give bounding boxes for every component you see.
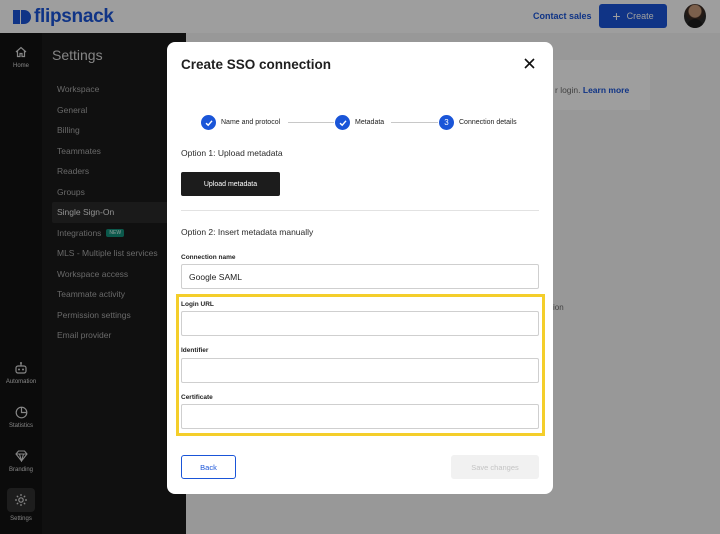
check-icon	[335, 115, 350, 130]
upload-metadata-button[interactable]: Upload metadata	[181, 172, 280, 196]
close-icon	[523, 57, 535, 73]
option2-label: Option 2: Insert metadata manually	[181, 227, 314, 237]
divider	[181, 210, 539, 211]
step-connection-details: 3 Connection details	[439, 115, 517, 130]
modal-title: Create SSO connection	[181, 57, 332, 72]
close-button[interactable]	[521, 57, 537, 73]
save-changes-button[interactable]: Save changes	[451, 455, 539, 479]
step-label: Connection details	[459, 119, 517, 126]
step-connector	[288, 122, 334, 123]
step-label: Name and protocol	[221, 119, 281, 126]
step-connector	[391, 122, 438, 123]
connection-name-label: Connection name	[181, 254, 236, 261]
step-name-and-protocol: Name and protocol	[201, 115, 280, 130]
step-number: 3	[439, 115, 454, 130]
back-button[interactable]: Back	[181, 455, 236, 479]
option1-label: Option 1: Upload metadata	[181, 148, 283, 158]
highlight-outline	[176, 294, 545, 436]
check-icon	[201, 115, 216, 130]
connection-name-input[interactable]	[181, 264, 539, 289]
step-metadata: Metadata	[335, 115, 384, 130]
progress-stepper: Name and protocol Metadata 3 Connection …	[201, 115, 531, 131]
step-label: Metadata	[355, 119, 385, 126]
